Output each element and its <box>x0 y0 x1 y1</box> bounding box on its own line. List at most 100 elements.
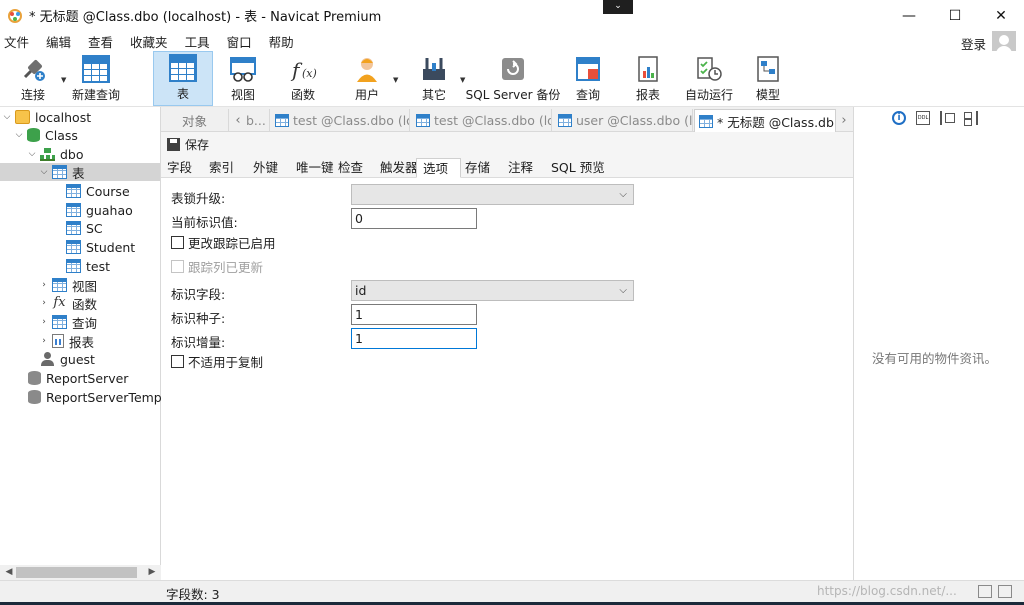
menu-view[interactable]: 查看 <box>83 32 123 51</box>
tree-item-views[interactable]: › 视图 <box>39 276 97 294</box>
tab-fields[interactable]: 字段 <box>161 158 198 178</box>
info-icon[interactable]: i <box>892 111 906 125</box>
tab-options[interactable]: 选项 <box>416 158 461 178</box>
tab-label: b... <box>246 113 266 128</box>
tree-item-queries[interactable]: › 查询 <box>39 313 97 331</box>
menu-favorites[interactable]: 收藏夹 <box>125 32 178 51</box>
chevron-down-icon[interactable]: ⌵ <box>27 149 37 159</box>
user-dropdown-arrow[interactable]: ▼ <box>393 76 398 84</box>
tree-item-reportservertempdb[interactable]: ReportServerTempD <box>28 388 171 406</box>
minimize-button[interactable]: — <box>886 0 932 31</box>
chevron-down-icon[interactable]: ⌵ <box>39 167 49 177</box>
scroll-right-arrow-icon[interactable]: ▶ <box>145 565 159 580</box>
lock-escalation-select[interactable]: ⌵ <box>351 184 634 205</box>
chevron-right-icon[interactable]: › <box>39 317 49 327</box>
auto-run-tool-label: 自动运行 <box>684 88 733 102</box>
schema-icon <box>40 147 55 161</box>
tree-item-reports[interactable]: › 报表 <box>39 332 94 350</box>
chevron-right-icon[interactable]: › <box>39 336 49 346</box>
others-tool-button[interactable]: 其它 <box>414 51 454 106</box>
new-query-button[interactable]: 新建查询 <box>70 51 122 106</box>
change-tracking-checkbox[interactable]: 更改跟踪已启用 <box>171 233 276 252</box>
connect-button[interactable]: 连接 <box>13 51 53 106</box>
report-tool-button[interactable]: 报表 <box>628 51 668 106</box>
save-button[interactable]: 保存 <box>185 136 209 153</box>
checkbox-box[interactable] <box>171 355 184 368</box>
tree-item-table[interactable]: guahao <box>66 201 133 219</box>
tree-label: SC <box>86 220 103 236</box>
model-tool-button[interactable]: 模型 <box>748 51 788 106</box>
tree-item-functions[interactable]: › fx 函数 <box>39 294 97 312</box>
function-tool-button[interactable]: f (x) 函数 <box>282 51 324 106</box>
not-for-replication-checkbox[interactable]: 不适用于复制 <box>171 352 263 371</box>
tab-comment[interactable]: 注释 <box>502 158 539 178</box>
menu-help[interactable]: 帮助 <box>264 32 304 51</box>
object-info-pane: i DDL 没有可用的物件资讯。 <box>853 107 1024 580</box>
tree-item-tables[interactable]: ⌵ 表 <box>0 163 160 181</box>
tab-objects[interactable]: 对象 <box>161 109 229 132</box>
tree-label: 查询 <box>72 315 98 331</box>
others-dropdown-arrow[interactable]: ▼ <box>460 76 465 84</box>
tab-document[interactable]: test @Class.dbo (lo... <box>412 109 552 132</box>
view-tool-button[interactable]: 视图 <box>222 51 264 106</box>
chevron-down-icon[interactable]: ⌵ <box>14 130 24 140</box>
tree-label: 函数 <box>72 296 98 312</box>
tab-scroll-right-icon[interactable]: › <box>837 109 851 132</box>
menu-edit[interactable]: 编辑 <box>41 32 81 51</box>
save-icon[interactable] <box>167 137 180 151</box>
designer-tabs: 字段 索引 外键 唯一键 检查 触发器 选项 存储 注释 SQL 预览 <box>161 156 853 178</box>
tree-item-table[interactable]: Student <box>66 238 135 256</box>
tree-item-localhost[interactable]: ⌵ localhost <box>2 108 92 126</box>
tab-storage[interactable]: 存储 <box>459 158 496 178</box>
tab-untitled-active[interactable]: * 无标题 @Class.db... <box>694 109 836 132</box>
maximize-button[interactable]: ☐ <box>932 0 978 31</box>
list-view-icon[interactable] <box>978 585 992 598</box>
chevron-right-icon[interactable]: › <box>39 298 49 308</box>
tree-item-table[interactable]: Course <box>66 182 130 200</box>
checkbox-box[interactable] <box>171 236 184 249</box>
tab-foreign-keys[interactable]: 外键 <box>247 158 284 178</box>
menu-tools[interactable]: 工具 <box>180 32 220 51</box>
tree-item-table[interactable]: test <box>66 257 110 275</box>
menu-window[interactable]: 窗口 <box>222 32 262 51</box>
identity-field-select[interactable]: id ⌵ <box>351 280 634 301</box>
tree-item-class[interactable]: ⌵ Class <box>14 126 78 144</box>
close-button[interactable]: ✕ <box>978 0 1024 31</box>
track-columns-updated-checkbox: 跟踪列已更新 <box>171 257 263 276</box>
table-tool-button[interactable]: 表 <box>153 51 213 106</box>
scrollbar-thumb[interactable] <box>16 567 137 578</box>
tree-horizontal-scrollbar[interactable]: ◀ ▶ <box>0 565 161 580</box>
chevron-down-icon[interactable]: ⌵ <box>2 112 12 122</box>
identity-seed-input[interactable]: 1 <box>351 304 477 325</box>
tree-label: ReportServer <box>46 370 129 386</box>
tree-item-guest[interactable]: guest <box>40 350 95 368</box>
scroll-left-arrow-icon[interactable]: ◀ <box>2 565 16 580</box>
tree-item-reportserver[interactable]: ReportServer <box>28 369 128 387</box>
tab-indexes[interactable]: 索引 <box>203 158 240 178</box>
menu-file[interactable]: 文件 <box>0 32 39 51</box>
tab-checks[interactable]: 检查 <box>332 158 369 178</box>
table-icon <box>275 114 289 127</box>
current-identity-input[interactable]: 0 <box>351 208 477 229</box>
query-tool-button[interactable]: 查询 <box>568 51 608 106</box>
table-icon <box>66 240 81 254</box>
tab-sql-preview[interactable]: SQL 预览 <box>545 158 611 178</box>
tree-item-dbo[interactable]: ⌵ dbo <box>27 145 84 163</box>
ribbon-collapse-button[interactable]: ⌄ <box>603 0 633 14</box>
view-tool-label: 视图 <box>230 88 255 102</box>
grid-view-icon[interactable] <box>998 585 1012 598</box>
chevron-right-icon[interactable]: › <box>39 280 49 290</box>
auto-run-tool-button[interactable]: 自动运行 <box>684 51 734 106</box>
structure-icon[interactable] <box>964 111 978 126</box>
connect-dropdown-arrow[interactable]: ▼ <box>61 76 66 84</box>
tree-item-table[interactable]: SC <box>66 219 103 237</box>
ddl-icon[interactable]: DDL <box>916 111 930 125</box>
identity-increment-input[interactable]: 1 <box>351 328 477 349</box>
tab-document[interactable]: test @Class.dbo (lo... <box>271 109 410 132</box>
tab-scroll-left-icon[interactable]: ‹ <box>231 109 245 132</box>
relations-icon[interactable] <box>940 111 955 125</box>
tab-document[interactable]: b... <box>246 109 270 132</box>
user-tool-button[interactable]: 用户 <box>347 51 387 106</box>
tab-document[interactable]: user @Class.dbo (l... <box>554 109 693 132</box>
sql-server-backup-button[interactable]: SQL Server 备份 <box>466 51 560 106</box>
